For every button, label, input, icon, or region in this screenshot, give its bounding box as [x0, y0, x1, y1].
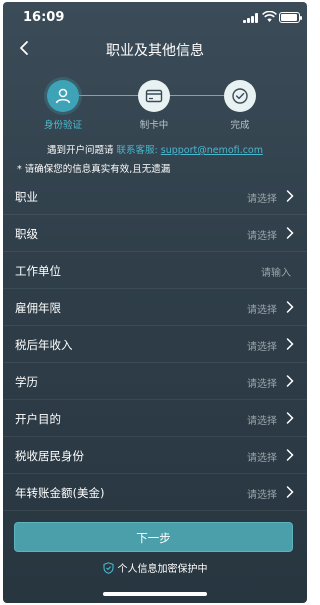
row-placeholder: 请选择 [247, 490, 277, 501]
step-label: 身份验证 [43, 120, 82, 131]
row-label: 开户目的 [15, 412, 61, 426]
accuracy-notice: * 请确保您的信息真实有效,且无遗漏 [17, 164, 171, 175]
form-row-employer[interactable]: 工作单位 请输入 [3, 252, 307, 289]
form-row-education[interactable]: 学历 请选择 [3, 363, 307, 400]
chevron-right-icon [286, 412, 294, 424]
form-row-employment-years[interactable]: 雇佣年限 请选择 [3, 289, 307, 326]
form-row-annual-income[interactable]: 税后年收入 请选择 [3, 326, 307, 363]
form-row-tax-residency[interactable]: 税收居民身份 请选择 [3, 437, 307, 474]
chevron-right-icon [286, 449, 294, 461]
check-circle-icon [232, 88, 248, 104]
step-connector [79, 95, 139, 96]
row-label: 职级 [15, 227, 38, 241]
privacy-note: 个人信息加密保护中 [3, 560, 307, 575]
row-placeholder: 请选择 [247, 453, 277, 464]
chevron-right-icon [286, 486, 294, 498]
row-label: 年转账金额(美金) [15, 486, 105, 500]
status-bar: 16:09 [3, 2, 307, 32]
help-prefix: 遇到开户问题请 [47, 145, 114, 156]
chevron-right-icon [286, 338, 294, 350]
signal-icon [243, 13, 258, 23]
support-email-link[interactable]: support@nemofi.com [161, 145, 263, 156]
row-placeholder: 请选择 [247, 194, 277, 205]
page-title: 职业及其他信息 [106, 43, 204, 59]
row-label: 职业 [15, 190, 38, 204]
chevron-right-icon [286, 301, 294, 313]
chevron-right-icon [286, 190, 294, 202]
row-placeholder: 请选择 [247, 379, 277, 390]
step-identity [47, 80, 79, 112]
row-placeholder: 请选择 [247, 342, 277, 353]
step-label: 制卡中 [139, 120, 169, 131]
row-placeholder: 请选择 [247, 305, 277, 316]
shield-check-icon [103, 562, 113, 574]
help-line: 遇到开户问题请 联系客服: support@nemofi.com [3, 142, 307, 156]
row-label: 工作单位 [15, 264, 61, 278]
row-label: 雇佣年限 [15, 301, 61, 315]
row-placeholder: 请选择 [247, 416, 277, 427]
form-row-account-purpose[interactable]: 开户目的 请选择 [3, 400, 307, 437]
home-indicator [103, 592, 207, 596]
next-button[interactable]: 下一步 [14, 522, 293, 552]
wifi-icon [262, 11, 277, 22]
form-row-job-level[interactable]: 职级 请选择 [3, 215, 307, 252]
row-label: 税后年收入 [15, 338, 73, 352]
row-placeholder: 请选择 [247, 231, 277, 242]
status-time: 16:09 [23, 10, 65, 25]
contact-service-label[interactable]: 联系客服: [117, 145, 158, 156]
chevron-right-icon [286, 375, 294, 387]
card-icon [145, 89, 163, 103]
app-screen: 16:09 职业及其他信息 身份验证 制卡中 完成 遇到开户问题请 联系客服: … [3, 2, 307, 603]
row-label: 税收居民身份 [15, 449, 84, 463]
row-label: 学历 [15, 375, 38, 389]
step-complete [224, 80, 256, 112]
user-icon [55, 88, 71, 104]
step-connector [169, 95, 225, 96]
chevron-right-icon [286, 227, 294, 239]
form-row-annual-transfer[interactable]: 年转账金额(美金) 请选择 [3, 474, 307, 511]
step-label: 完成 [230, 120, 250, 131]
privacy-text: 个人信息加密保护中 [117, 564, 208, 575]
form-row-occupation[interactable]: 职业 请选择 [3, 178, 307, 215]
step-card [138, 80, 170, 112]
battery-icon [279, 12, 302, 23]
employer-input[interactable]: 请输入 [261, 264, 291, 279]
